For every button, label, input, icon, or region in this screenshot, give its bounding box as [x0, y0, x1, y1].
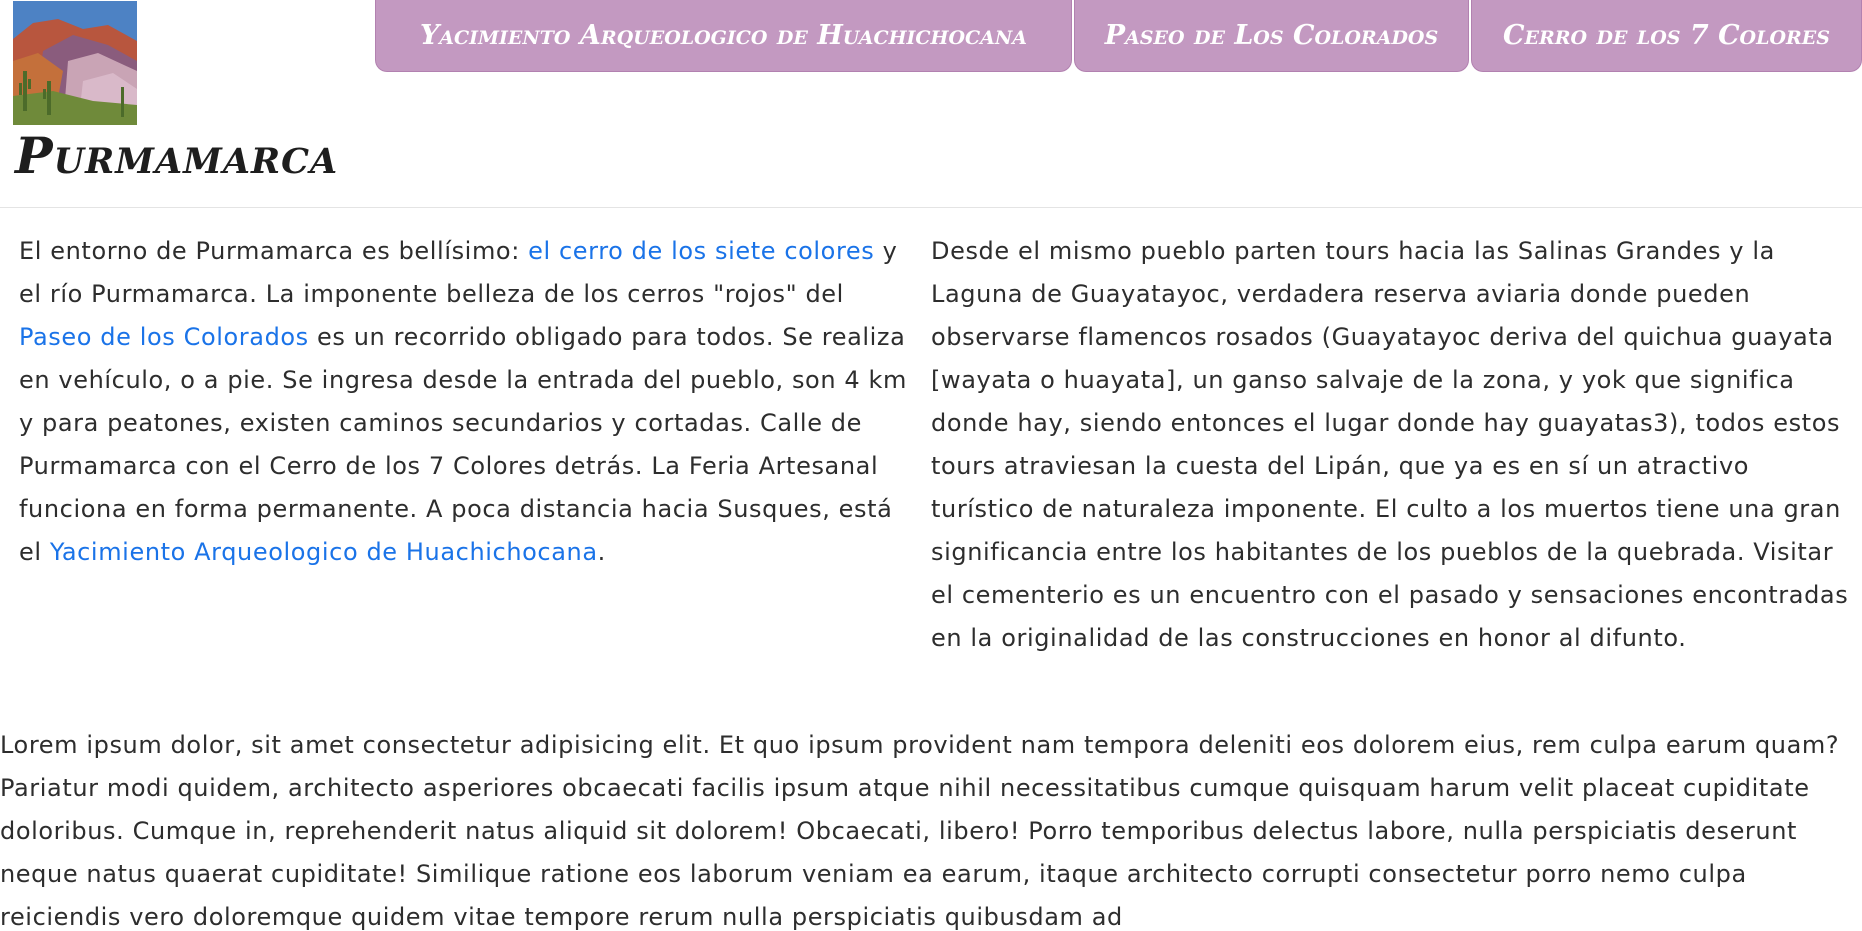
- site-header: Purmamarca Yacimiento Arqueologico de Hu…: [0, 0, 1862, 208]
- nav-paseo-colorados-button[interactable]: Paseo de Los Colorados: [1074, 0, 1469, 72]
- right-paragraph: Desde el mismo pueblo parten tours hacia…: [931, 237, 1849, 652]
- page: Purmamarca Yacimiento Arqueologico de Hu…: [0, 0, 1862, 931]
- nav-huachichocana-button[interactable]: Yacimiento Arqueologico de Huachichocana: [375, 0, 1072, 72]
- left-paragraph: El entorno de Purmamarca es bellísimo: e…: [19, 230, 919, 574]
- mountain-image: [13, 1, 137, 125]
- site-title: Purmamarca: [15, 126, 339, 185]
- lorem-paragraph: Lorem ipsum dolor, sit amet consectetur …: [0, 731, 1840, 931]
- left-text-4: .: [597, 538, 606, 566]
- left-text-1: El entorno de Purmamarca es bellísimo:: [19, 237, 529, 265]
- left-text-3: es un recorrido obligado para todos. Se …: [19, 323, 907, 566]
- nav-cerro-7-colores-button[interactable]: Cerro de los 7 Colores: [1471, 0, 1862, 72]
- link-paseo-colorados[interactable]: Paseo de los Colorados: [19, 323, 309, 351]
- link-yacimiento-huachichocana[interactable]: Yacimiento Arqueologico de Huachichocana: [50, 538, 598, 566]
- logo-image[interactable]: [13, 1, 137, 125]
- link-cerro-siete-colores[interactable]: el cerro de los siete colores: [528, 237, 874, 265]
